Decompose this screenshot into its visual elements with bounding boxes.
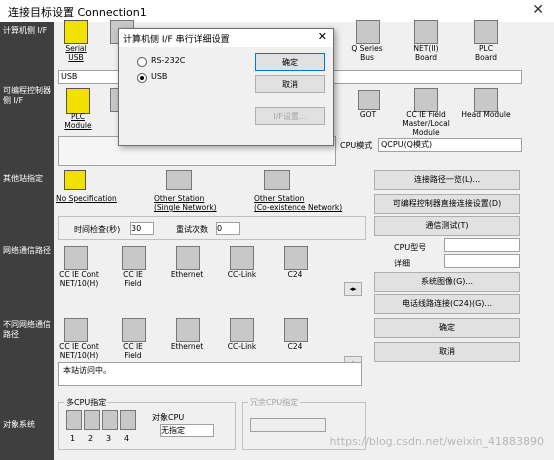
cpu-mode-field[interactable]: QCPU(Q模式): [378, 138, 522, 152]
comm-test-button[interactable]: 通信测试(T): [374, 216, 520, 236]
cpu-num-3: 3: [106, 434, 112, 443]
dialog-cancel-button[interactable]: 取消: [255, 75, 325, 93]
cpu-3-icon[interactable]: [102, 410, 118, 430]
direct-connect-button[interactable]: 可编程控制器直接连接设置(D): [374, 194, 520, 214]
other-station-coexist-icon[interactable]: [264, 170, 290, 190]
route-cc-ie-cont-label: CC IE Cont NET/10(H): [59, 270, 99, 288]
head-module-icon[interactable]: [474, 88, 498, 112]
diff-cc-ie-field-label: CC IE Field: [123, 342, 143, 360]
cpu-2-icon[interactable]: [84, 410, 100, 430]
retry-label: 重试次数: [176, 225, 208, 234]
route-ethernet-icon[interactable]: [176, 246, 200, 270]
diff-cc-ie-cont-icon[interactable]: [64, 318, 88, 342]
sidebar-network-route: 网络通信路径: [3, 246, 51, 255]
cpu-type-label: CPU型号: [394, 243, 427, 252]
redundant-title: 冗余CPU指定: [248, 397, 301, 408]
tel-line-button[interactable]: 电话线路连接(C24)(G)...: [374, 294, 520, 314]
dialog-title: 计算机侧 I/F 串行详细设置: [123, 35, 230, 45]
serial-detail-dialog: 计算机侧 I/F 串行详细设置 ✕ RS-232C USB 确定 取消 I/F设…: [118, 28, 334, 146]
diff-c24-label: C24: [287, 342, 303, 351]
route-cc-link-icon[interactable]: [230, 246, 254, 270]
plc-module-icon[interactable]: [66, 88, 90, 114]
plc-module-label: PLC Module: [64, 112, 92, 130]
retry-input[interactable]: 0: [216, 222, 240, 235]
other-station-single-icon[interactable]: [166, 170, 192, 190]
no-specification-label: No Specification: [56, 194, 117, 203]
route-list-button[interactable]: 连接路径一览(L)...: [374, 170, 520, 190]
diff-ethernet-icon[interactable]: [176, 318, 200, 342]
pc-if-serial-label: Serial USB: [65, 44, 87, 62]
route-cc-ie-field-icon[interactable]: [122, 246, 146, 270]
cancel-button[interactable]: 取消: [374, 342, 520, 362]
route-cc-ie-cont-icon[interactable]: [64, 246, 88, 270]
cc-ie-field-label: CC IE Field Master/Local Module: [402, 110, 450, 137]
cpu-type-field: [444, 238, 520, 252]
cpu-mode-label: CPU模式: [340, 141, 373, 150]
serial-usb-icon[interactable]: [64, 20, 88, 44]
diff-cc-ie-cont-label: CC IE Cont NET/10(H): [59, 342, 99, 360]
system-image-button[interactable]: 系统图像(G)...: [374, 272, 520, 292]
sidebar-diff-network: 不同网络通信路径: [3, 320, 51, 339]
dialog-ok-button[interactable]: 确定: [255, 53, 325, 71]
route-c24-icon[interactable]: [284, 246, 308, 270]
dialog-close-icon[interactable]: ✕: [318, 30, 327, 43]
sidebar-other-station: 其他站指定: [3, 174, 43, 183]
dialog-title-bar: 计算机侧 I/F 串行详细设置 ✕: [119, 29, 333, 47]
route-ethernet-label: Ethernet: [170, 270, 204, 279]
timeout-input[interactable]: 30: [130, 222, 154, 235]
pc-if-plc-label: PLC Board: [474, 44, 498, 62]
pc-if-qbus-label: Q Series Bus: [351, 44, 383, 62]
pc-if-net2-label: NET(II) Board: [413, 44, 439, 62]
sidebar-target-system: 对象系统: [3, 420, 35, 429]
head-module-label: Head Module: [461, 110, 511, 119]
rs232c-label: RS-232C: [151, 56, 186, 65]
net2-board-icon[interactable]: [414, 20, 438, 44]
left-sidebar: 计算机侧 I/F 可编程控制器侧 I/F 其他站指定 网络通信路径 不同网络通信…: [0, 22, 54, 460]
other-station-coexist-label: Other Station (Co-existence Network): [254, 194, 343, 212]
cpu-4-icon[interactable]: [120, 410, 136, 430]
usb-label: USB: [151, 72, 168, 81]
usb-radio[interactable]: [137, 73, 147, 83]
diff-cc-link-label: CC-Link: [227, 342, 257, 351]
redundant-select[interactable]: [250, 418, 326, 432]
if-setting-button[interactable]: I/F设置...: [255, 107, 325, 125]
route-c24-label: C24: [287, 270, 303, 279]
watermark: https://blog.csdn.net/weixin_41883890: [329, 435, 544, 448]
diff-ethernet-label: Ethernet: [170, 342, 204, 351]
timeout-label: 时间检查(秒): [74, 225, 121, 234]
cpu-num-2: 2: [88, 434, 94, 443]
route-cc-ie-field-label: CC IE Field: [123, 270, 143, 288]
status-text: 本站访问中。: [58, 362, 362, 386]
sidebar-pc-if: 计算机侧 I/F: [3, 26, 48, 35]
other-station-single-label: Other Station (Single Network): [154, 194, 217, 212]
rs232c-radio[interactable]: [137, 57, 147, 67]
multi-cpu-title: 多CPU指定: [64, 397, 109, 408]
sidebar-plc-if: 可编程控制器侧 I/F: [3, 86, 51, 105]
route-scroll-arrows[interactable]: ◂▸: [344, 282, 362, 296]
detail-label: 详细: [394, 259, 410, 268]
diff-c24-icon[interactable]: [284, 318, 308, 342]
window-title: 连接目标设置 Connection1: [8, 6, 147, 19]
close-icon[interactable]: ✕: [532, 2, 544, 18]
target-cpu-field: 无指定: [160, 424, 214, 437]
ok-button[interactable]: 确定: [374, 318, 520, 338]
q-series-bus-icon[interactable]: [356, 20, 380, 44]
target-cpu-label: 对象CPU: [152, 413, 185, 422]
cc-ie-field-icon[interactable]: [414, 88, 438, 112]
cpu-num-1: 1: [70, 434, 76, 443]
detail-field: [444, 254, 520, 268]
route-cc-link-label: CC-Link: [227, 270, 257, 279]
no-specification-icon[interactable]: [64, 170, 86, 190]
got-icon[interactable]: [358, 90, 380, 110]
got-label: GOT: [359, 110, 377, 119]
diff-cc-link-icon[interactable]: [230, 318, 254, 342]
cpu-num-4: 4: [124, 434, 130, 443]
plc-board-icon[interactable]: [474, 20, 498, 44]
cpu-1-icon[interactable]: [66, 410, 82, 430]
diff-cc-ie-field-icon[interactable]: [122, 318, 146, 342]
